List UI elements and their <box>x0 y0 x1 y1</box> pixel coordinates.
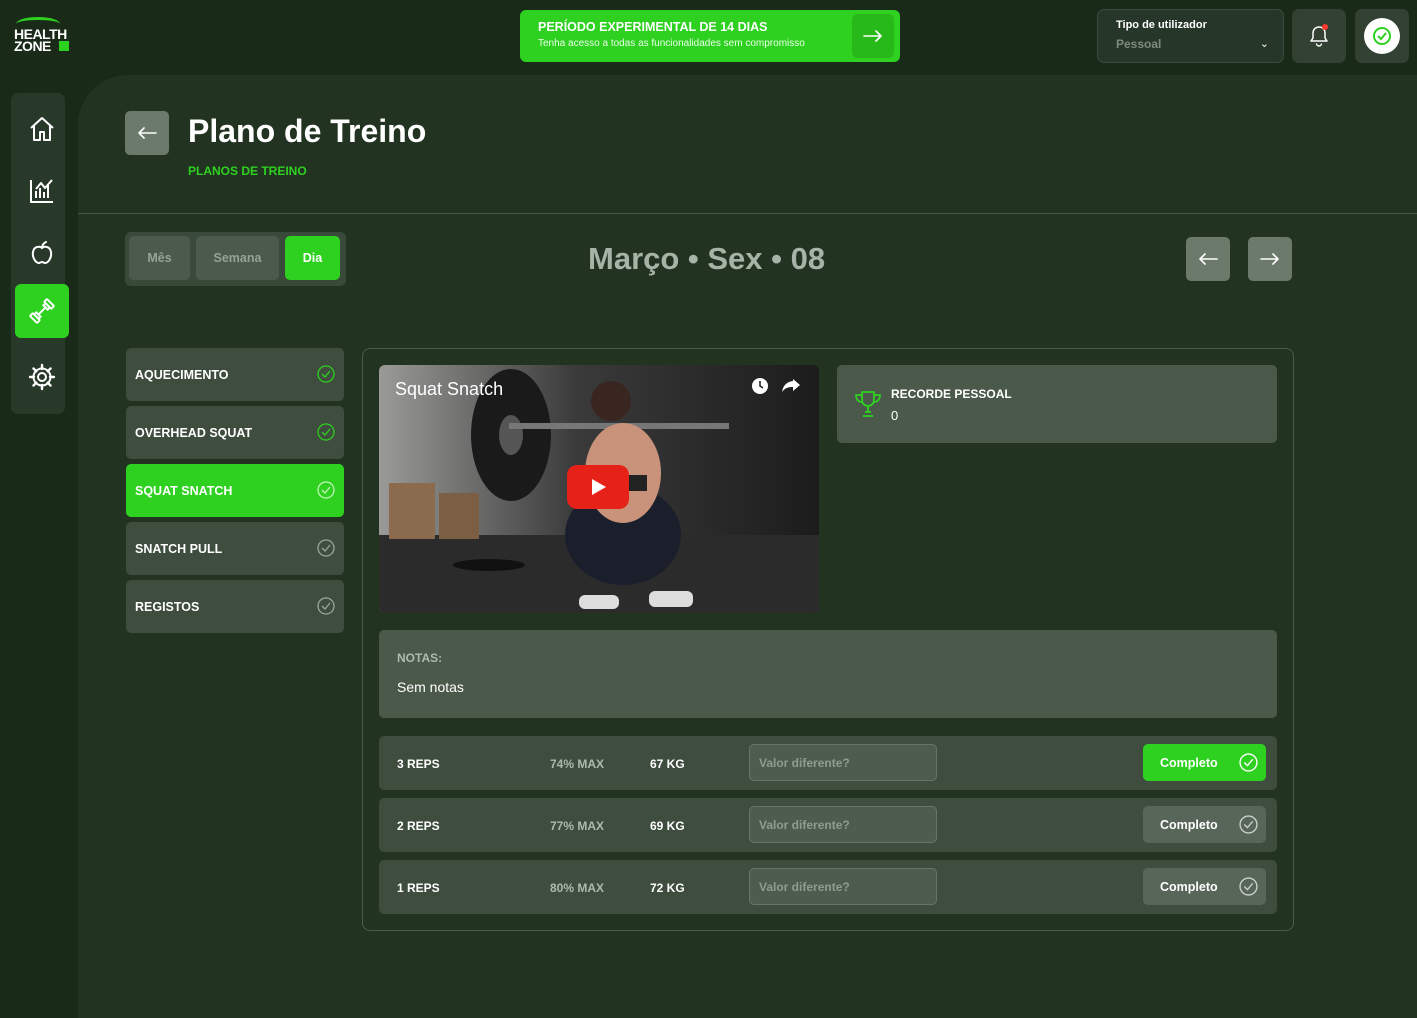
page-title: Plano de Treino <box>188 113 427 149</box>
user-type-select[interactable]: Tipo de utilizador Pessoal ⌄ <box>1097 9 1284 63</box>
trial-title: PERÍODO EXPERIMENTAL DE 14 DIAS <box>538 20 768 34</box>
check-circle-icon <box>317 423 335 441</box>
trial-arrow-button[interactable] <box>852 14 894 58</box>
check-circle-icon <box>1239 877 1258 896</box>
sidebar-item-settings[interactable] <box>15 350 69 404</box>
set-row: 1 REPS 80% MAX 72 KG Completo <box>379 860 1277 914</box>
tab-week[interactable]: Semana <box>196 236 279 280</box>
arrow-left-icon <box>138 127 157 139</box>
notes-label: NOTAS: <box>397 651 443 665</box>
main-panel: Plano de Treino PLANOS DE TREINO Mês Sem… <box>78 75 1417 1018</box>
watch-later-icon[interactable] <box>751 377 769 395</box>
set-reps: 1 REPS <box>397 881 440 895</box>
complete-button-label: Completo <box>1160 817 1218 832</box>
apple-icon <box>31 241 53 265</box>
gear-icon <box>28 363 56 391</box>
notes-card: NOTAS: Sem notas <box>379 630 1277 718</box>
exercise-label: REGISTOS <box>135 599 200 614</box>
breadcrumb[interactable]: PLANOS DE TREINO <box>188 164 307 178</box>
home-icon <box>30 117 54 141</box>
logo-square <box>59 41 69 51</box>
profile-button[interactable] <box>1355 9 1409 63</box>
chart-icon <box>30 179 53 203</box>
user-type-value: Pessoal <box>1116 37 1162 51</box>
exercise-detail-card: Squat Snatch RECORDE PESSOAL 0 NOTAS: Se… <box>362 348 1294 931</box>
notifications-button[interactable] <box>1292 9 1346 63</box>
exercise-item-snatch-pull[interactable]: SNATCH PULL <box>126 522 344 575</box>
set-row: 3 REPS 74% MAX 67 KG Completo <box>379 736 1277 790</box>
complete-button[interactable]: Completo <box>1143 744 1266 781</box>
check-circle-icon <box>317 539 335 557</box>
dumbbell-icon <box>29 298 55 324</box>
different-value-input[interactable] <box>749 806 937 843</box>
complete-button[interactable]: Completo <box>1143 868 1266 905</box>
record-label: RECORDE PESSOAL <box>891 387 1012 401</box>
complete-button-label: Completo <box>1160 879 1218 894</box>
tab-month[interactable]: Mês <box>129 236 190 280</box>
exercise-label: SQUAT SNATCH <box>135 483 233 498</box>
arrow-left-icon <box>1199 253 1218 265</box>
play-icon <box>592 479 606 495</box>
check-circle-icon <box>1239 753 1258 772</box>
set-weight: 67 KG <box>650 757 685 771</box>
video-title: Squat Snatch <box>395 379 504 399</box>
check-circle-icon <box>1239 815 1258 834</box>
share-icon[interactable] <box>781 377 801 395</box>
exercise-label: OVERHEAD SQUAT <box>135 425 253 440</box>
set-reps: 3 REPS <box>397 757 440 771</box>
set-weight: 69 KG <box>650 819 685 833</box>
notification-dot <box>1322 24 1328 30</box>
back-button[interactable] <box>125 111 169 155</box>
trial-banner[interactable]: PERÍODO EXPERIMENTAL DE 14 DIAS Tenha ac… <box>520 10 900 62</box>
exercise-item-registos[interactable]: REGISTOS <box>126 580 344 633</box>
sidebar-item-nutrition[interactable] <box>15 226 69 280</box>
exercise-video[interactable]: Squat Snatch <box>379 365 819 613</box>
set-row: 2 REPS 77% MAX 69 KG Completo <box>379 798 1277 852</box>
sidebar <box>11 93 69 414</box>
set-percent: 74% MAX <box>550 757 605 771</box>
sidebar-item-home[interactable] <box>15 102 69 156</box>
check-circle-icon <box>317 365 335 383</box>
header-divider <box>78 213 1417 214</box>
set-reps: 2 REPS <box>397 819 440 833</box>
tab-day[interactable]: Dia <box>285 236 340 280</box>
arrow-right-icon <box>1260 253 1279 265</box>
set-percent: 77% MAX <box>550 819 605 833</box>
set-percent: 80% MAX <box>550 881 605 895</box>
exercise-item-squat-snatch[interactable]: SQUAT SNATCH <box>126 464 344 517</box>
check-circle-icon <box>317 481 335 499</box>
view-toggle: Mês Semana Dia <box>125 232 346 286</box>
trial-subtitle: Tenha acesso a todas as funcionalidades … <box>538 38 805 49</box>
avatar <box>1364 18 1400 54</box>
exercise-label: SNATCH PULL <box>135 541 223 556</box>
set-weight: 72 KG <box>650 881 685 895</box>
previous-day-button[interactable] <box>1186 237 1230 281</box>
trophy-icon <box>855 391 881 417</box>
check-circle-icon <box>317 597 335 615</box>
health-zone-logo[interactable]: HEALTH ZONE <box>14 17 72 56</box>
exercise-list: AQUECIMENTO OVERHEAD SQUAT SQUAT SNATCH … <box>126 348 344 638</box>
play-button[interactable] <box>567 465 629 509</box>
complete-button-label: Completo <box>1160 755 1218 770</box>
record-value: 0 <box>891 408 899 423</box>
different-value-input[interactable] <box>749 744 937 781</box>
avatar-logo-icon <box>1373 27 1391 45</box>
exercise-item-overhead-squat[interactable]: OVERHEAD SQUAT <box>126 406 344 459</box>
logo-line2: ZONE <box>14 38 51 54</box>
sidebar-item-stats[interactable] <box>15 164 69 218</box>
user-type-label: Tipo de utilizador <box>1116 19 1207 31</box>
different-value-input[interactable] <box>749 868 937 905</box>
exercise-item-aquecimento[interactable]: AQUECIMENTO <box>126 348 344 401</box>
chevron-down-icon: ⌄ <box>1259 38 1269 50</box>
exercise-label: AQUECIMENTO <box>135 367 229 382</box>
sidebar-item-training[interactable] <box>15 284 69 338</box>
current-date: Março • Sex • 08 <box>588 241 826 276</box>
personal-record-card: RECORDE PESSOAL 0 <box>837 365 1277 443</box>
next-day-button[interactable] <box>1248 237 1292 281</box>
arrow-right-icon <box>863 30 882 42</box>
notes-value: Sem notas <box>397 679 464 695</box>
complete-button[interactable]: Completo <box>1143 806 1266 843</box>
